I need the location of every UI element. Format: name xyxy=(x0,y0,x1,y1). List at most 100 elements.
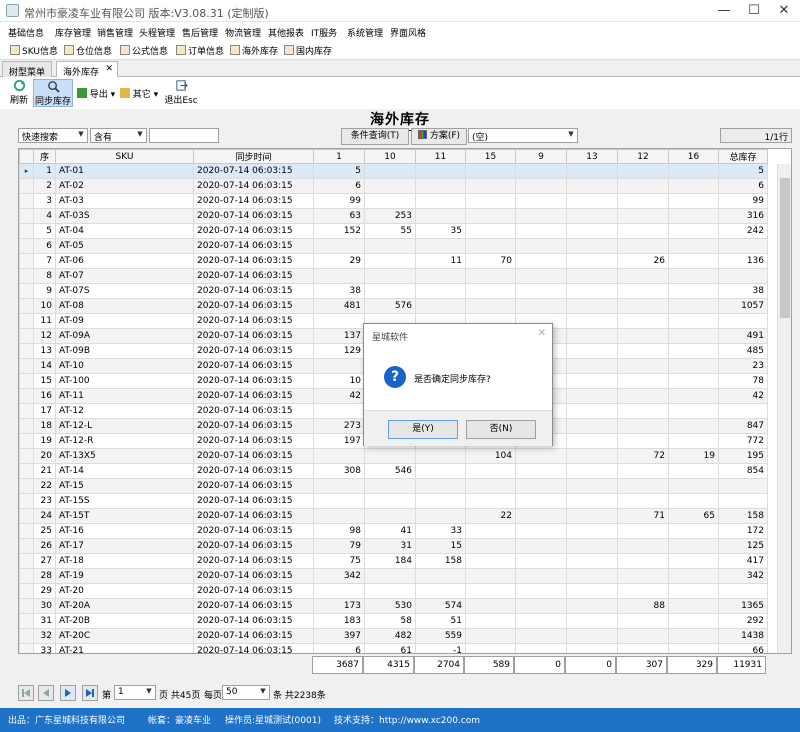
table-row[interactable]: 22 AT-15 2020-07-14 06:03:15 xyxy=(19,478,768,494)
no-button[interactable]: 否(N) xyxy=(466,420,536,439)
other-button[interactable]: 其它 ▾ xyxy=(118,87,160,101)
close-tab-icon[interactable]: ✕ xyxy=(105,64,113,74)
plan-select[interactable]: (空) ▼ xyxy=(468,128,578,143)
quicklink-sku[interactable]: SKU信息 xyxy=(10,44,58,57)
menu-inventory[interactable]: 库存管理 xyxy=(55,26,91,39)
table-row[interactable]: 20 AT-13X5 2020-07-14 06:03:15 104 72 19 195 xyxy=(19,448,768,464)
cell xyxy=(415,178,466,194)
per-page-select[interactable]: 50 ▼ xyxy=(222,685,270,700)
menu-base-info[interactable]: 基础信息 xyxy=(8,26,44,39)
menu-sales[interactable]: 销售管理 xyxy=(97,26,133,39)
close-icon[interactable]: ✕ xyxy=(538,328,546,339)
menu-logistics[interactable]: 物流管理 xyxy=(225,26,261,39)
pager: 第 1 ▼ 页 共45页 每页 50 ▼ 条 共2238条 xyxy=(18,684,418,702)
table-row[interactable]: 8 AT-07 2020-07-14 06:03:15 xyxy=(19,268,768,284)
last-page-button[interactable] xyxy=(82,685,98,701)
table-row[interactable]: 21 AT-14 2020-07-14 06:03:15 308 546 854 xyxy=(19,463,768,479)
col-header[interactable]: 10 xyxy=(364,149,416,164)
operator-select[interactable]: 含有 ▼ xyxy=(90,128,147,143)
quick-link-bar: SKU信息 仓位信息 公式信息 订单信息 海外库存 国内库存 xyxy=(0,40,800,60)
table-row[interactable]: 2 AT-02 2020-07-14 06:03:15 6 6 xyxy=(19,178,768,194)
total-cell: 2704 xyxy=(414,656,464,674)
menu-appearance[interactable]: 界面风格 xyxy=(390,26,426,39)
cell xyxy=(617,358,669,374)
col-header[interactable]: 12 xyxy=(617,149,669,164)
table-row[interactable]: ▸ 1 AT-01 2020-07-14 06:03:15 5 5 xyxy=(19,163,768,179)
cell xyxy=(515,163,567,179)
table-row[interactable]: 28 AT-19 2020-07-14 06:03:15 342 342 xyxy=(19,568,768,584)
yes-button[interactable]: 是(Y) xyxy=(388,420,458,439)
quicklink-overseas-stock[interactable]: 海外库存 xyxy=(230,44,278,57)
page-number-select[interactable]: 1 ▼ xyxy=(114,685,156,700)
table-row[interactable]: 27 AT-18 2020-07-14 06:03:15 75 184 158 417 xyxy=(19,553,768,569)
table-row[interactable]: 23 AT-15S 2020-07-14 06:03:15 xyxy=(19,493,768,509)
quicklink-domestic-stock[interactable]: 国内库存 xyxy=(284,44,332,57)
plan-button[interactable]: 方案(F) xyxy=(411,128,467,145)
quicklink-location[interactable]: 仓位信息 xyxy=(64,44,112,57)
menu-after-sales[interactable]: 售后管理 xyxy=(182,26,218,39)
minimize-button[interactable]: — xyxy=(710,2,738,20)
cell: 11 xyxy=(33,313,56,329)
cell: 24 xyxy=(33,508,56,524)
menu-first-leg[interactable]: 头程管理 xyxy=(139,26,175,39)
scrollbar-thumb[interactable] xyxy=(780,178,790,318)
table-row[interactable]: 9 AT-07S 2020-07-14 06:03:15 38 38 xyxy=(19,283,768,299)
col-header[interactable]: 9 xyxy=(515,149,567,164)
table-row[interactable]: 3 AT-03 2020-07-14 06:03:15 99 99 xyxy=(19,193,768,209)
current-row-marker: ▸ xyxy=(19,163,34,179)
search-mode-select[interactable]: 快速搜索 ▼ xyxy=(18,128,88,143)
cell xyxy=(617,328,669,344)
menu-other-reports[interactable]: 其他报表 xyxy=(268,26,304,39)
col-header[interactable]: 总库存 xyxy=(718,149,768,164)
menu-system[interactable]: 系统管理 xyxy=(347,26,383,39)
status-support[interactable]: 技术支持：http://www.xc200.com xyxy=(334,713,480,726)
table-row[interactable]: 32 AT-20C 2020-07-14 06:03:15 397 482 559 1438 xyxy=(19,628,768,644)
condition-query-button[interactable]: 条件查询(T) xyxy=(341,128,409,145)
col-header[interactable]: SKU xyxy=(55,149,194,164)
sync-stock-button[interactable]: 同步库存 xyxy=(33,79,73,107)
col-header[interactable]: 15 xyxy=(465,149,516,164)
vertical-scrollbar[interactable] xyxy=(777,164,791,653)
cell xyxy=(465,598,516,614)
table-row[interactable]: 24 AT-15T 2020-07-14 06:03:15 22 71 65 158 xyxy=(19,508,768,524)
cell: 21 xyxy=(33,463,56,479)
search-value-input[interactable] xyxy=(149,128,219,143)
first-page-button[interactable] xyxy=(18,685,34,701)
close-window-button[interactable]: ✕ xyxy=(770,2,798,20)
cell: 5 xyxy=(313,163,365,179)
table-row[interactable]: 6 AT-05 2020-07-14 06:03:15 xyxy=(19,238,768,254)
table-row[interactable]: 29 AT-20 2020-07-14 06:03:15 xyxy=(19,583,768,599)
table-row[interactable]: 7 AT-06 2020-07-14 06:03:15 29 11 70 26 136 xyxy=(19,253,768,269)
exit-button[interactable]: 退出Esc xyxy=(164,79,198,107)
table-row[interactable]: 25 AT-16 2020-07-14 06:03:15 98 41 33 172 xyxy=(19,523,768,539)
table-row[interactable]: 10 AT-08 2020-07-14 06:03:15 481 576 1057 xyxy=(19,298,768,314)
cell xyxy=(617,628,669,644)
cell: 576 xyxy=(364,298,416,314)
col-header[interactable]: 1 xyxy=(313,149,365,164)
next-page-button[interactable] xyxy=(60,685,76,701)
tab-tree-menu[interactable]: 树型菜单 xyxy=(2,61,53,78)
maximize-button[interactable]: ☐ xyxy=(740,2,768,20)
col-header[interactable]: 11 xyxy=(415,149,466,164)
col-header[interactable]: 13 xyxy=(566,149,618,164)
menu-it-service[interactable]: IT服务 xyxy=(311,26,337,39)
quicklink-orders[interactable]: 订单信息 xyxy=(176,44,224,57)
cell xyxy=(364,238,416,254)
col-header[interactable]: 同步时间 xyxy=(193,149,314,164)
table-row[interactable]: 33 AT-21 2020-07-14 06:03:15 6 61 -1 66 xyxy=(19,643,768,653)
tab-overseas-stock[interactable]: 海外库存 ✕ xyxy=(56,61,119,78)
col-header[interactable]: 序 xyxy=(33,149,56,164)
sku-icon xyxy=(10,45,20,55)
col-header[interactable]: 16 xyxy=(668,149,719,164)
quicklink-formula[interactable]: 公式信息 xyxy=(120,44,168,57)
table-row[interactable]: 5 AT-04 2020-07-14 06:03:15 152 55 35 242 xyxy=(19,223,768,239)
export-button[interactable]: 导出 ▾ xyxy=(76,87,116,101)
table-row[interactable]: 30 AT-20A 2020-07-14 06:03:15 173 530 574 88 13… xyxy=(19,598,768,614)
cell: 2020-07-14 06:03:15 xyxy=(193,343,314,359)
table-row[interactable]: 26 AT-17 2020-07-14 06:03:15 79 31 15 125 xyxy=(19,538,768,554)
table-row[interactable]: 4 AT-03S 2020-07-14 06:03:15 63 253 316 xyxy=(19,208,768,224)
table-row[interactable]: 31 AT-20B 2020-07-14 06:03:15 183 58 51 292 xyxy=(19,613,768,629)
refresh-button[interactable]: 刷新 xyxy=(6,79,32,107)
total-items: 条 共2238条 xyxy=(273,691,326,701)
prev-page-button[interactable] xyxy=(38,685,54,701)
